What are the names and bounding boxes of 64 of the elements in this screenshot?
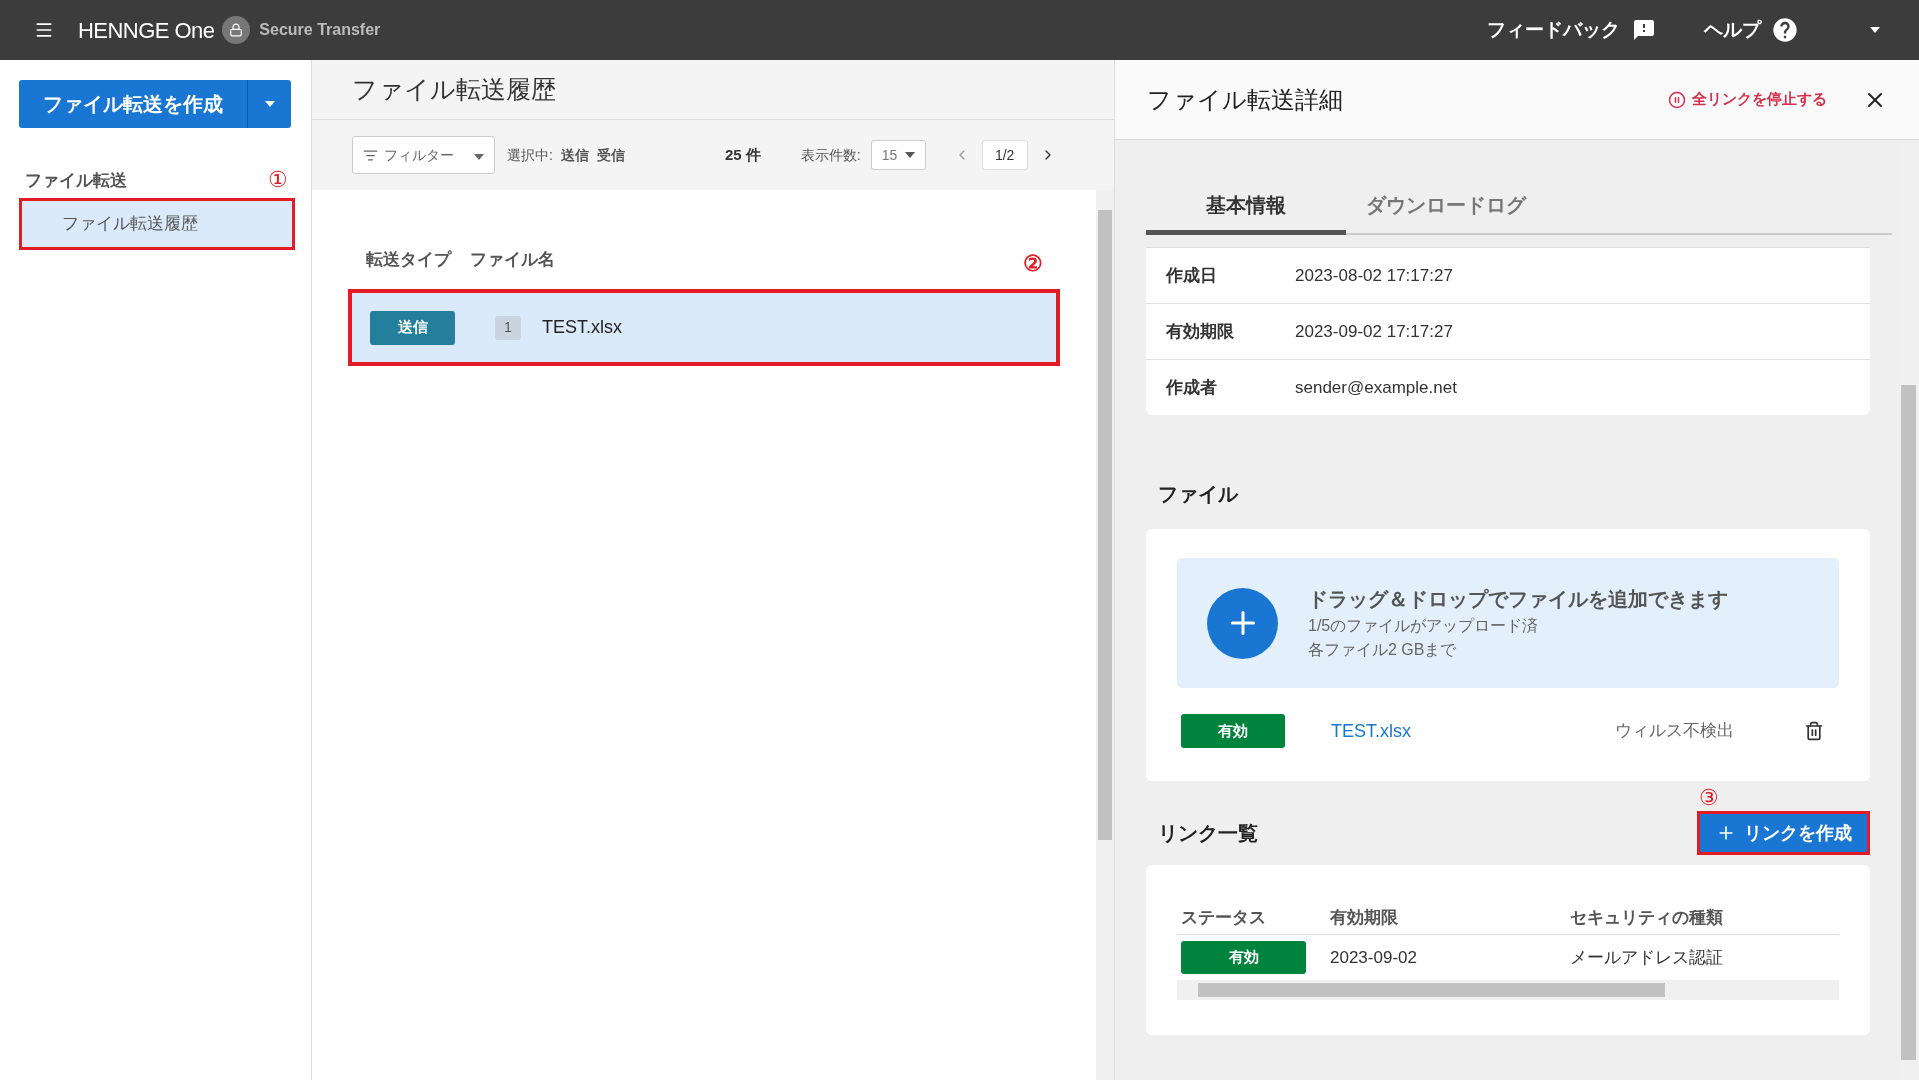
selected-type: 送信 [560, 145, 589, 165]
detail-tab[interactable]: 基本情報 [1146, 180, 1346, 235]
caret-icon [904, 152, 915, 158]
caret-icon [264, 101, 275, 107]
per-page-select[interactable]: 15 [870, 140, 926, 170]
pause-icon [1668, 90, 1686, 109]
horizontal-scrollbar[interactable] [1177, 980, 1839, 1000]
per-page-label: 表示件数: [800, 145, 861, 165]
info-label: 作成日 [1166, 264, 1218, 287]
selected-type: 受信 [596, 145, 625, 165]
file-name: TEST.xlsx [542, 316, 622, 339]
nav-item[interactable]: ファイル転送履歴 [19, 198, 295, 250]
info-value: 2023-09-02 17:17:27 [1295, 320, 1453, 343]
column-header: セキュリティの種類 [1570, 906, 1723, 929]
section-heading: リンク一覧 [1158, 821, 1258, 846]
drop-zone-title: ドラッグ＆ドロップでファイルを追加できます [1308, 587, 1728, 612]
drop-zone-note: 各ファイル2 GBまで [1308, 640, 1458, 660]
detail-title: ファイル転送詳細 [1147, 84, 1343, 115]
annotation-number: ③ [1699, 787, 1719, 809]
brand-logo: HENNGE One [78, 16, 215, 45]
feedback-link[interactable]: フィードバック [1487, 15, 1656, 45]
filter-button[interactable]: フィルター [352, 136, 495, 174]
create-transfer-button[interactable]: ファイル転送を作成 [19, 80, 247, 128]
table-cell-text: メールアドレス認証 [1570, 946, 1723, 969]
column-header: 有効期限 [1330, 906, 1399, 929]
drop-zone-note: 1/5のファイルがアップロード済 [1308, 616, 1540, 636]
annotation-number: ① [268, 169, 288, 191]
help-link[interactable]: ヘルプ [1704, 15, 1799, 45]
info-label: 有効期限 [1166, 320, 1235, 343]
nav-section-label: ファイル転送 [25, 170, 127, 193]
page-title: ファイル転送履歴 [352, 73, 556, 105]
stop-all-links-button[interactable]: 全リンクを停止する [1668, 88, 1827, 111]
info-value: sender@example.net [1295, 376, 1457, 399]
transfer-row[interactable]: 送信 1 TEST.xlsx [348, 289, 1060, 366]
filter-icon [363, 147, 378, 163]
section-heading: ファイル [1158, 482, 1240, 507]
lock-icon [222, 16, 251, 44]
scrollbar[interactable] [1096, 190, 1114, 1080]
help-icon [1771, 16, 1799, 44]
product-name: Secure Transfer [259, 20, 381, 40]
file-count-badge: 1 [495, 315, 521, 340]
transfer-type-badge: 送信 [370, 310, 455, 345]
feedback-icon [1632, 18, 1656, 42]
caret-icon [474, 153, 484, 160]
status-badge: 有効 [1181, 941, 1306, 974]
page-indicator: 1/2 [981, 140, 1028, 170]
virus-scan-status: ウィルス不検出 [1615, 720, 1734, 743]
drop-zone[interactable]: ドラッグ＆ドロップでファイルを追加できます 1/5のファイルがアップロード済 各ファイル2 GBまで [1177, 558, 1839, 688]
status-badge: 有効 [1181, 714, 1285, 748]
result-count: 25 件 [724, 144, 761, 165]
menu-icon[interactable] [34, 20, 54, 40]
column-header: ファイル名 [470, 249, 555, 272]
info-label: 作成者 [1166, 376, 1218, 399]
selection-label: 選択中: [507, 145, 553, 165]
trash-icon[interactable] [1804, 721, 1824, 741]
file-link[interactable]: TEST.xlsx [1331, 717, 1411, 745]
annotation-number: ② [1023, 253, 1043, 275]
table-cell-text: 2023-09-02 [1330, 946, 1418, 969]
detail-tab[interactable]: ダウンロードログ [1346, 180, 1546, 235]
column-header: ステータス [1180, 906, 1267, 929]
info-value: 2023-08-02 17:17:27 [1295, 264, 1453, 287]
column-header: 転送タイプ [365, 249, 453, 272]
create-link-button[interactable]: リンクを作成 [1697, 811, 1870, 855]
caret-icon [1870, 27, 1880, 33]
